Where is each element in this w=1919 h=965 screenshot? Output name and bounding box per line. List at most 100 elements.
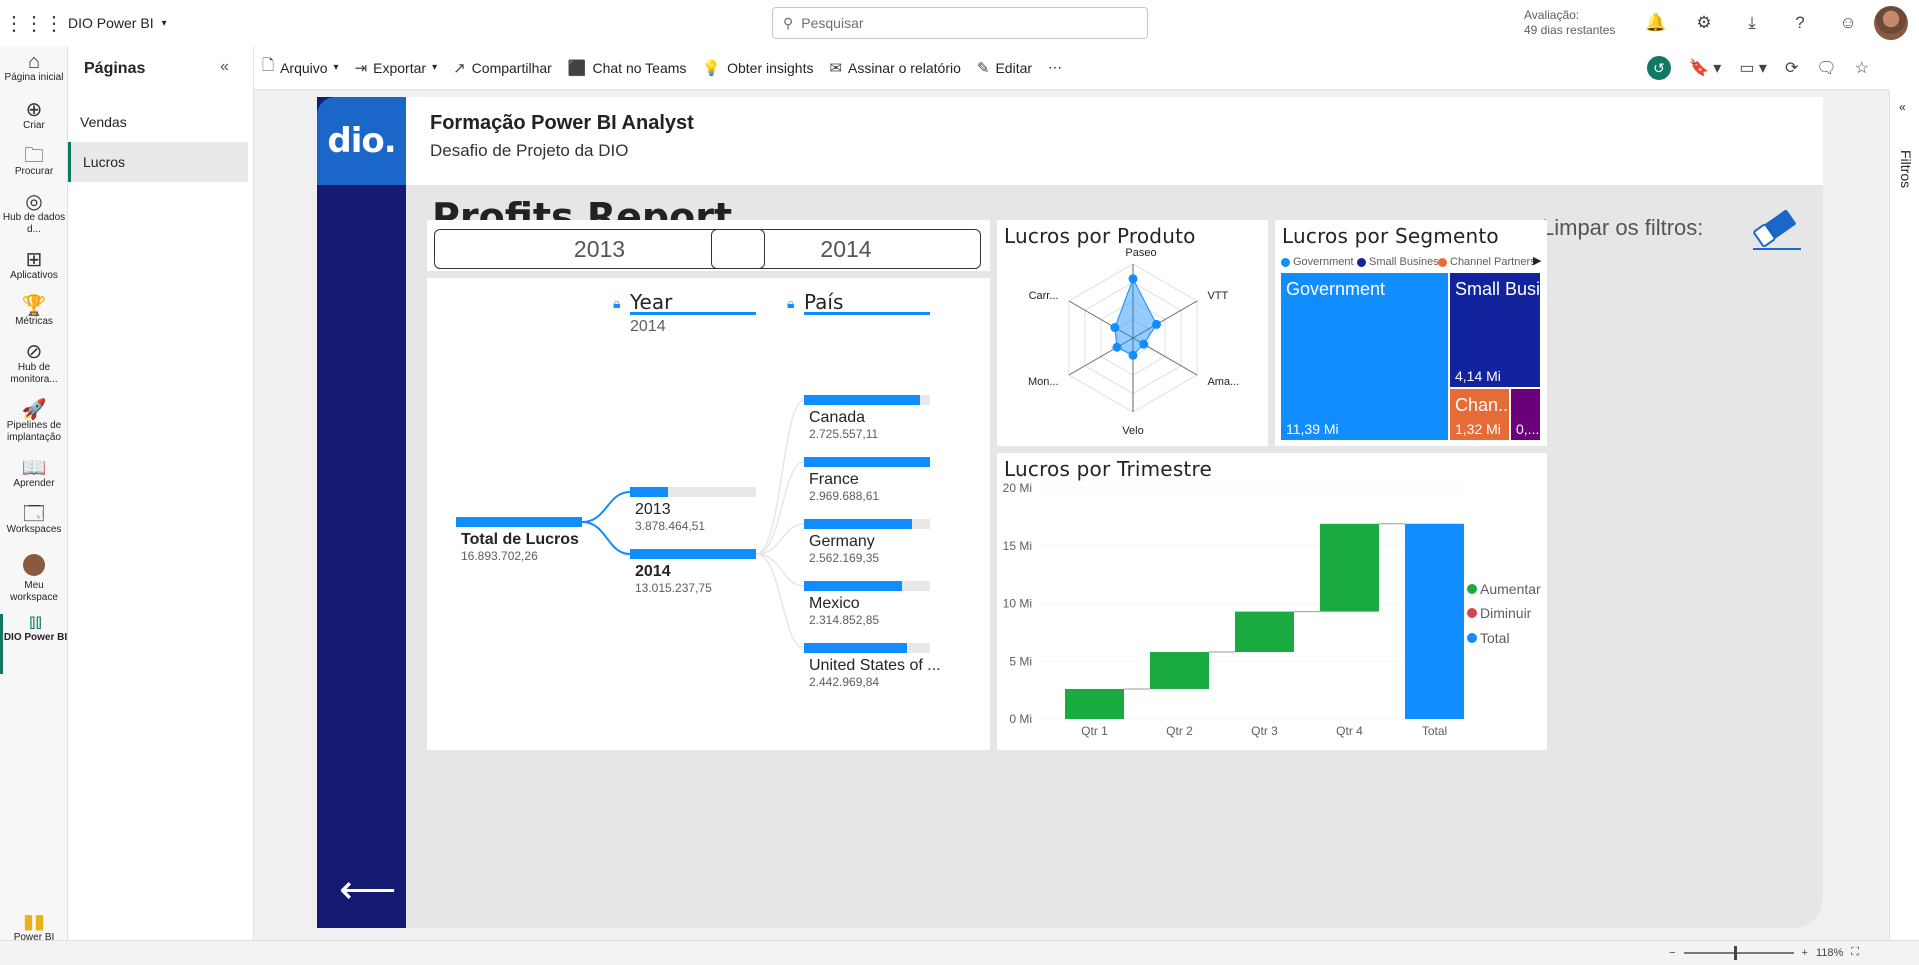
refresh-icon[interactable]: ⟳ <box>1785 58 1798 78</box>
nav-datahub[interactable]: ◎ Hub de dados d... <box>0 192 68 236</box>
tile-name: Chan... <box>1455 395 1509 415</box>
waterfall-bar <box>1150 652 1209 689</box>
share-icon: ↗ <box>453 59 466 77</box>
legend-increase-label: Aumentar <box>1480 581 1541 597</box>
collapse-pane-icon[interactable]: « <box>220 58 229 76</box>
bookmark-icon[interactable]: 🔖 ▾ <box>1689 58 1721 78</box>
legend-scroll-icon[interactable]: ▶ <box>1533 254 1541 267</box>
nav-create[interactable]: ⊕ Criar <box>0 99 68 132</box>
legend-increase: Aumentar <box>1467 581 1541 597</box>
waterfall-chart[interactable]: 0 Mi 5 Mi 10 Mi 15 Mi 20 Mi Qtr 1 Qtr 2 Qtr 3 Qt… <box>997 453 1547 750</box>
segment-treemap-card: Lucros por Segmento Government Small Bus… <box>1275 220 1547 446</box>
nav-workspaces[interactable]: 🗔 Workspaces <box>0 504 68 536</box>
treemap-tile-government[interactable]: Government 11,39 Mi <box>1281 273 1448 440</box>
radar-axis-label: Paseo <box>1125 247 1156 259</box>
legend-channel-partners: Channel Partners <box>1438 256 1536 268</box>
rocket-icon: 🚀 <box>21 399 47 421</box>
nav-pipelines[interactable]: 🚀 Pipelines de implantação <box>0 399 68 444</box>
zoom-out-icon[interactable]: − <box>1669 947 1675 959</box>
zoom-thumb[interactable] <box>1733 945 1737 960</box>
nav-learn[interactable]: 📖 Aprender <box>0 457 68 490</box>
nav-current-label: DIO Power BI <box>3 632 68 643</box>
node-label: Germany <box>809 533 875 550</box>
nav-home[interactable]: ⌂ Página inicial <box>0 52 68 84</box>
reset-icon[interactable]: ↺ <box>1646 56 1671 80</box>
zoom-in-icon[interactable]: + <box>1802 947 1808 959</box>
level-country-header[interactable]: País <box>804 290 843 314</box>
view-icon[interactable]: ▭ ▾ <box>1739 58 1767 78</box>
nav-apps[interactable]: ⊞ Aplicativos <box>0 250 68 282</box>
slicer-2014-button[interactable]: 2014 <box>711 229 981 269</box>
share-button[interactable]: ↗ Compartilhar <box>453 59 552 77</box>
page-item-vendas[interactable]: Vendas <box>68 102 248 142</box>
level-year-header[interactable]: Year <box>630 290 672 314</box>
search-box[interactable]: ⚲ Pesquisar <box>772 7 1148 39</box>
gear-icon[interactable]: ⚙ <box>1680 13 1728 33</box>
radar-chart[interactable]: Paseo VTT Ama... Velo Mon... Carr... <box>997 220 1268 446</box>
treemap-tile-other[interactable]: 0,... <box>1511 389 1540 440</box>
search-input[interactable]: Pesquisar <box>801 15 863 31</box>
nav-browse[interactable]: 🗀 Procurar <box>0 146 68 178</box>
waterfall-bar <box>1320 523 1379 612</box>
insights-button[interactable]: 💡 Obter insights <box>702 59 813 77</box>
lightbulb-icon: 💡 <box>702 59 722 77</box>
nav-browse-label: Procurar <box>14 166 54 177</box>
file-menu[interactable]: 🗋 Arquivo ▾ <box>262 55 339 80</box>
more-options-button[interactable]: ⋯ <box>1048 59 1062 76</box>
node-value: 2.725.557,11 <box>809 427 879 441</box>
quarter-waterfall-card: Lucros por Trimestre 0 Mi 5 Mi 10 Mi 15 Mi 2… <box>997 453 1547 750</box>
teams-chat-button[interactable]: ⬛ Chat no Teams <box>568 59 687 77</box>
level-year-underline <box>630 312 756 315</box>
favorite-star-icon[interactable]: ☆ <box>1855 58 1869 78</box>
node-label: France <box>809 471 859 488</box>
fit-page-icon[interactable]: ⛶ <box>1851 946 1859 959</box>
radar-point <box>1128 274 1138 284</box>
node-label: Canada <box>809 409 866 426</box>
treemap-tile-channel-partners[interactable]: Chan... 1,32 Mi <box>1450 389 1509 440</box>
bell-icon[interactable]: 🔔 <box>1632 13 1680 33</box>
export-menu[interactable]: ⇥ Exportar ▾ <box>355 59 438 77</box>
root-label: Total de Lucros <box>461 531 579 548</box>
nav-metrics[interactable]: 🏆 Métricas <box>0 296 68 328</box>
radar-axis-label: VTT <box>1207 290 1228 302</box>
page-item-lucros[interactable]: Lucros <box>68 142 248 182</box>
subscribe-button[interactable]: ✉ Assinar o relatório <box>829 59 960 77</box>
app-launcher-icon[interactable]: ⋮⋮⋮ <box>0 0 68 46</box>
plus-circle-icon: ⊕ <box>25 99 43 121</box>
back-arrow-icon[interactable]: ⟵ <box>339 867 396 913</box>
node-bar-fill <box>804 643 907 653</box>
tile-name: Government <box>1286 279 1386 299</box>
pages-title: Páginas <box>84 60 146 77</box>
book-icon: 📖 <box>21 457 47 479</box>
nav-monitor[interactable]: ⊘ Hub de monitora... <box>0 342 68 386</box>
nav-current-workspace[interactable]: ⫾⫾ DIO Power BI <box>0 612 68 674</box>
user-avatar[interactable] <box>1874 6 1908 40</box>
chevron-down-icon: ▾ <box>161 17 167 29</box>
treemap-tile-small-business[interactable]: Small Busi... 4,14 Mi <box>1450 273 1540 387</box>
legend-government-label: Government <box>1293 256 1354 268</box>
expand-filters-icon[interactable]: « <box>1899 100 1906 114</box>
segment-title: Lucros por Segmento <box>1282 224 1499 248</box>
feedback-smiley-icon[interactable]: ☺ <box>1824 13 1872 33</box>
radar-chart-card: Lucros por Produto Paseo VTT Ama... Velo Mon… <box>997 220 1268 446</box>
waterfall-x-tick: Total <box>1422 724 1447 738</box>
legend-government: Government <box>1281 256 1354 268</box>
node-label: 2014 <box>635 563 671 580</box>
left-nav: ⌂ Página inicial ⊕ Criar 🗀 Procurar ◎ Hub de… <box>0 46 68 965</box>
workspace-selector[interactable]: DIO Power BI ▾ <box>68 15 167 31</box>
nav-myworkspace[interactable]: Meu workspace <box>0 554 68 604</box>
waterfall-y-tick: 5 Mi <box>1009 654 1032 668</box>
waterfall-x-tick: Qtr 2 <box>1166 724 1193 738</box>
comment-icon[interactable]: 🗨 <box>1816 58 1836 78</box>
filters-pane[interactable]: « Filtros <box>1889 90 1919 940</box>
level-year-sub: 2014 <box>630 318 666 335</box>
edit-button[interactable]: ✎ Editar <box>977 59 1032 77</box>
help-icon[interactable]: ? <box>1776 13 1824 33</box>
status-bar: − + 118% ⛶ <box>0 940 1919 965</box>
node-value: 2.562.169,35 <box>809 551 880 565</box>
download-icon[interactable]: ⤓ <box>1728 13 1776 33</box>
user-avatar-icon <box>23 554 45 576</box>
eraser-icon[interactable] <box>1747 205 1803 251</box>
connector-canada <box>755 399 805 555</box>
zoom-slider[interactable] <box>1683 945 1794 960</box>
